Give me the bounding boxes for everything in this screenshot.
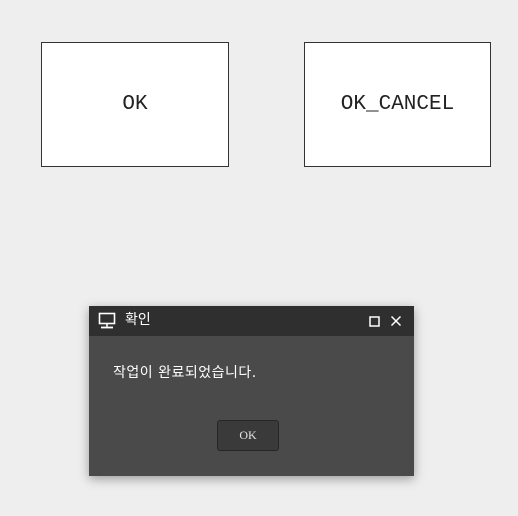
confirm-dialog: 확인 작업이 완료되었습니다. OK [89,306,414,476]
dialog-message: 작업이 완료되었습니다. [113,365,257,381]
maximize-icon[interactable] [368,315,380,327]
ok-cancel-button[interactable]: OK_CANCEL [304,42,491,167]
window-controls [368,306,402,336]
dialog-title: 확인 [125,312,151,328]
monitor-icon [98,312,116,330]
dialog-ok-button[interactable]: OK [217,420,279,451]
close-icon[interactable] [390,315,402,327]
ok-button[interactable]: OK [41,42,229,167]
dialog-titlebar[interactable]: 확인 [89,306,414,336]
